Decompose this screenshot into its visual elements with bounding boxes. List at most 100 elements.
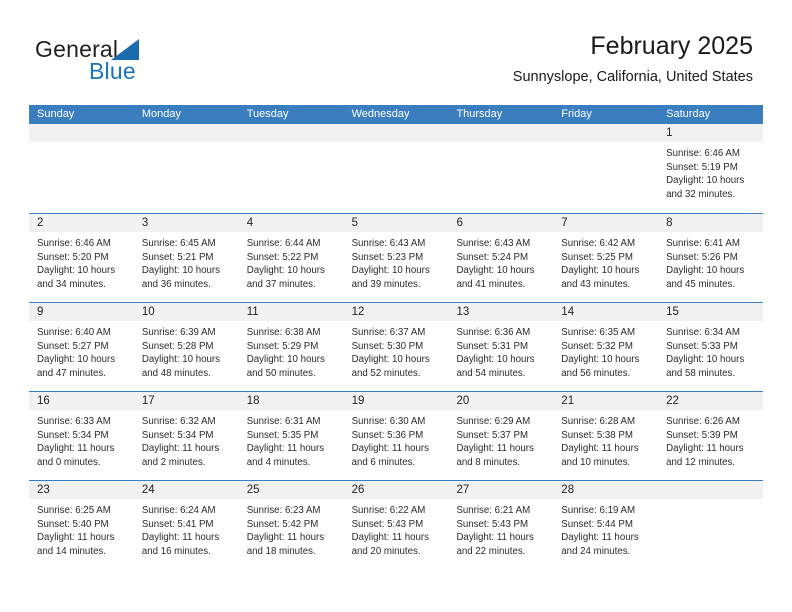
day-number-strip: 9 <box>29 303 134 321</box>
calendar-week-row: 9 Sunrise: 6:40 AM Sunset: 5:27 PM Daylight… <box>29 302 764 391</box>
sunset-text: Sunset: 5:39 PM <box>666 429 738 441</box>
day-number: 26 <box>351 484 365 496</box>
sunrise-text: Sunrise: 6:30 AM <box>351 416 426 427</box>
day-number-strip: 13 <box>448 303 554 321</box>
calendar-day-cell-6[interactable]: 6 Sunrise: 6:43 AM Sunset: 5:24 PM Daylight… <box>448 214 554 302</box>
weekday-header-friday: Friday <box>561 108 592 120</box>
day-number: 27 <box>456 484 470 496</box>
calendar-weeks: 1 Sunrise: 6:46 AM Sunset: 5:19 PM Daylight… <box>29 124 764 569</box>
title-block: February 2025 Sunnyslope, California, Un… <box>513 31 753 86</box>
calendar-day-cell-21[interactable]: 21 Sunrise: 6:28 AM Sunset: 5:38 PM Dayligh… <box>553 392 659 480</box>
sunrise-text: Sunrise: 6:43 AM <box>351 238 426 249</box>
calendar-week-row: 23 Sunrise: 6:25 AM Sunset: 5:40 PM Dayligh… <box>29 480 764 569</box>
calendar-day-cell-14[interactable]: 14 Sunrise: 6:35 AM Sunset: 5:32 PM Dayligh… <box>553 303 659 391</box>
weekday-header-row: Sunday Monday Tuesday Wednesday Thursday Frid… <box>29 105 763 124</box>
day-number-strip: 20 <box>448 392 554 410</box>
sunset-text: Sunset: 5:28 PM <box>141 340 214 352</box>
calendar-day-cell-20[interactable]: 20 Sunrise: 6:29 AM Sunset: 5:37 PM Dayligh… <box>448 392 554 480</box>
calendar-day-cell-23[interactable]: 23 Sunrise: 6:25 AM Sunset: 5:40 PM Dayligh… <box>29 481 134 569</box>
calendar-day-cell-19[interactable]: 19 Sunrise: 6:30 AM Sunset: 5:36 PM Dayligh… <box>343 392 449 480</box>
calendar-day-cell-12[interactable]: 12 Sunrise: 6:37 AM Sunset: 5:30 PM Dayligh… <box>343 303 449 391</box>
calendar-day-cell-16[interactable]: 16 Sunrise: 6:33 AM Sunset: 5:34 PM Dayligh… <box>29 392 134 480</box>
sunset-text: Sunset: 5:21 PM <box>141 251 214 263</box>
calendar-day-cell-17[interactable]: 17 Sunrise: 6:32 AM Sunset: 5:34 PM Dayligh… <box>133 392 239 480</box>
calendar-day-cell-24[interactable]: 24 Sunrise: 6:24 AM Sunset: 5:41 PM Dayligh… <box>133 481 239 569</box>
calendar-day-cell-13[interactable]: 13 Sunrise: 6:36 AM Sunset: 5:31 PM Dayligh… <box>448 303 554 391</box>
daylight-text: Daylight: 11 hours <box>561 443 639 454</box>
day-details: Sunrise: 6:31 AM Sunset: 5:35 PM Daylight:… <box>239 410 344 469</box>
daylight-text-cont: and 56 minutes. <box>561 367 631 379</box>
sunset-text: Sunset: 5:22 PM <box>246 251 319 263</box>
calendar-day-cell-empty <box>29 124 134 213</box>
calendar-day-cell-empty <box>658 481 764 569</box>
day-details: Sunrise: 6:43 AM Sunset: 5:24 PM Daylight:… <box>448 232 553 291</box>
sunrise-text: Sunrise: 6:37 AM <box>351 327 426 338</box>
day-number: 15 <box>666 306 679 318</box>
calendar-day-cell-27[interactable]: 27 Sunrise: 6:21 AM Sunset: 5:43 PM Dayligh… <box>448 481 554 569</box>
calendar-day-cell-1[interactable]: 1 Sunrise: 6:46 AM Sunset: 5:19 PM Daylight… <box>658 124 764 213</box>
sunrise-text: Sunrise: 6:22 AM <box>351 505 426 516</box>
day-details: Sunrise: 6:26 AM Sunset: 5:39 PM Daylight:… <box>658 410 763 469</box>
day-number: 10 <box>141 306 155 318</box>
sunset-text: Sunset: 5:20 PM <box>37 251 109 263</box>
calendar-day-cell-3[interactable]: 3 Sunrise: 6:45 AM Sunset: 5:21 PM Daylight… <box>133 214 239 302</box>
calendar-day-cell-5[interactable]: 5 Sunrise: 6:43 AM Sunset: 5:23 PM Daylight… <box>343 214 449 302</box>
day-number: 11 <box>246 306 259 318</box>
day-number: 5 <box>351 217 358 229</box>
calendar-day-cell-9[interactable]: 9 Sunrise: 6:40 AM Sunset: 5:27 PM Daylight… <box>29 303 134 391</box>
calendar-day-cell-15[interactable]: 15 Sunrise: 6:34 AM Sunset: 5:33 PM Dayligh… <box>658 303 764 391</box>
daylight-text: Daylight: 10 hours <box>351 354 430 365</box>
day-details <box>344 142 449 147</box>
day-number-strip: 19 <box>343 392 449 410</box>
calendar-day-cell-18[interactable]: 18 Sunrise: 6:31 AM Sunset: 5:35 PM Dayligh… <box>238 392 344 480</box>
sunset-text: Sunset: 5:43 PM <box>456 518 529 530</box>
sunrise-text: Sunrise: 6:28 AM <box>561 416 636 427</box>
day-details: Sunrise: 6:19 AM Sunset: 5:44 PM Daylight:… <box>553 499 658 558</box>
day-number-strip: 17 <box>133 392 239 410</box>
daylight-text: Daylight: 11 hours <box>561 532 639 543</box>
day-number: 23 <box>37 484 50 496</box>
sunrise-text: Sunrise: 6:46 AM <box>666 148 740 159</box>
daylight-text: Daylight: 10 hours <box>351 265 430 276</box>
day-number-strip <box>553 124 659 142</box>
logo-triangle-icon <box>111 39 139 60</box>
daylight-text-cont: and 14 minutes. <box>37 545 106 557</box>
calendar-day-cell-empty <box>133 124 239 213</box>
sunrise-text: Sunrise: 6:39 AM <box>141 327 216 338</box>
calendar-day-cell-7[interactable]: 7 Sunrise: 6:42 AM Sunset: 5:25 PM Daylight… <box>553 214 659 302</box>
daylight-text-cont: and 34 minutes. <box>37 278 106 290</box>
sunset-text: Sunset: 5:23 PM <box>351 251 424 263</box>
day-number-strip: 26 <box>343 481 449 499</box>
day-number: 12 <box>351 306 365 318</box>
calendar-day-cell-10[interactable]: 10 Sunrise: 6:39 AM Sunset: 5:28 PM Dayligh… <box>133 303 239 391</box>
calendar-day-cell-26[interactable]: 26 Sunrise: 6:22 AM Sunset: 5:43 PM Dayligh… <box>343 481 449 569</box>
day-number: 16 <box>37 395 50 407</box>
day-details: Sunrise: 6:45 AM Sunset: 5:21 PM Daylight:… <box>134 232 239 291</box>
calendar-day-cell-25[interactable]: 25 Sunrise: 6:23 AM Sunset: 5:42 PM Dayligh… <box>238 481 344 569</box>
day-details: Sunrise: 6:34 AM Sunset: 5:33 PM Daylight:… <box>658 321 763 380</box>
sunrise-text: Sunrise: 6:33 AM <box>37 416 111 427</box>
daylight-text: Daylight: 11 hours <box>246 443 325 454</box>
calendar-day-cell-28[interactable]: 28 Sunrise: 6:19 AM Sunset: 5:44 PM Dayligh… <box>553 481 659 569</box>
daylight-text-cont: and 12 minutes. <box>666 456 736 468</box>
daylight-text-cont: and 45 minutes. <box>666 278 736 290</box>
calendar-day-cell-empty <box>343 124 449 213</box>
calendar-day-cell-4[interactable]: 4 Sunrise: 6:44 AM Sunset: 5:22 PM Daylight… <box>238 214 344 302</box>
sunrise-text: Sunrise: 6:29 AM <box>456 416 531 427</box>
calendar-day-cell-empty <box>238 124 344 213</box>
calendar-day-cell-11[interactable]: 11 Sunrise: 6:38 AM Sunset: 5:29 PM Dayligh… <box>238 303 344 391</box>
calendar-day-cell-22[interactable]: 22 Sunrise: 6:26 AM Sunset: 5:39 PM Dayligh… <box>658 392 764 480</box>
sunrise-text: Sunrise: 6:44 AM <box>246 238 321 249</box>
day-number: 19 <box>351 395 365 407</box>
day-details: Sunrise: 6:32 AM Sunset: 5:34 PM Daylight:… <box>134 410 239 469</box>
weekday-header-monday: Monday <box>141 108 181 120</box>
calendar-day-cell-2[interactable]: 2 Sunrise: 6:46 AM Sunset: 5:20 PM Daylight… <box>29 214 134 302</box>
sunrise-text: Sunrise: 6:41 AM <box>666 238 740 249</box>
calendar-day-cell-8[interactable]: 8 Sunrise: 6:41 AM Sunset: 5:26 PM Daylight… <box>658 214 764 302</box>
daylight-text-cont: and 16 minutes. <box>141 545 211 557</box>
day-number-strip: 11 <box>238 303 344 321</box>
daylight-text-cont: and 58 minutes. <box>666 367 736 379</box>
day-details: Sunrise: 6:33 AM Sunset: 5:34 PM Daylight:… <box>29 410 134 469</box>
day-number-strip <box>658 481 764 499</box>
general-blue-logo[interactable]: General Blue <box>35 36 275 92</box>
